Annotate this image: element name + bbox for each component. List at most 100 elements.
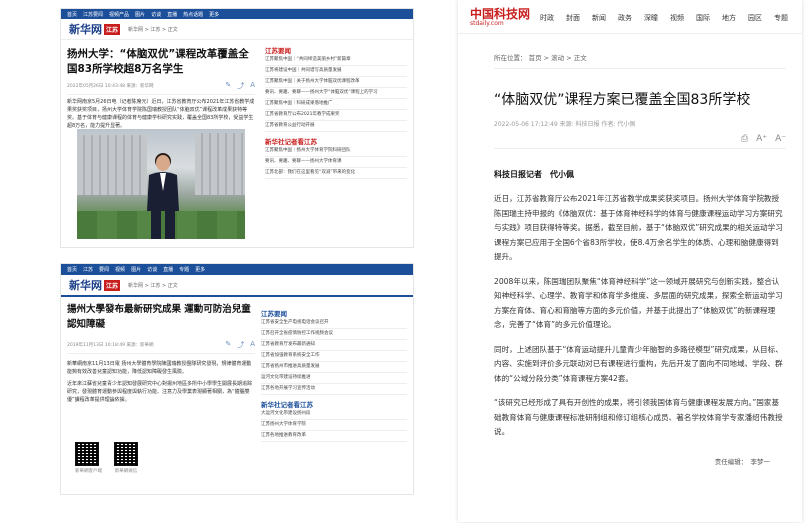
sidebar-link[interactable]: 江苏省教育厅发布最新通知	[261, 340, 407, 351]
main-nav: 时政 封面 新闻 政务 深瞳 视频 国际 地方 园区 专题	[540, 13, 788, 23]
top-nav-bar: 首页 江苏要闻 视频产品 图片 访谈 直播 热点话题 更多	[61, 9, 413, 19]
nav-item[interactable]: 园区	[748, 13, 762, 23]
sidebar-link[interactable]: 江苏省加强教育系统安全工作	[261, 351, 407, 362]
sidebar-link[interactable]: 要讯、要趣、要聊——扬州大学体育课	[265, 157, 407, 168]
nav-item[interactable]: 江苏	[83, 266, 93, 273]
xinhua-article-bottom: 首页 江苏 要闻 视频 图片 访谈 直播 专题 更多 新华网 江苏 新华网 > …	[60, 263, 414, 495]
nav-item[interactable]: 访谈	[151, 11, 161, 18]
sidebar-link[interactable]: 江苏各地开展学习宣传活动	[261, 384, 407, 395]
nav-item[interactable]: 深瞳	[644, 13, 658, 23]
xinhua-article-top: 首页 江苏要闻 视频产品 图片 访谈 直播 热点话题 更多 新华网 江苏 新华网…	[60, 8, 414, 248]
article-paragraph: 新華網南京11月13日電 扬州大學體育學院陳國瑞教授團隊研究發現，規律體育運動能…	[67, 361, 252, 375]
font-decrease-icon[interactable]: A⁻	[775, 134, 786, 144]
sidebar-link[interactable]: 江苏聚焦中国｜关于扬州大学体脑双优课程改革	[265, 77, 407, 88]
sidebar-link[interactable]: 江苏聚焦中国｜科研成果落地推广	[265, 99, 407, 110]
region-tag: 江苏	[104, 279, 121, 291]
sidebar-link[interactable]: 江苏各地推进教育改革	[261, 431, 407, 442]
nav-item[interactable]: 更多	[209, 11, 219, 18]
person-figure	[147, 153, 179, 239]
share-tools: ✎ ⤴ A	[225, 81, 255, 91]
nav-item[interactable]: 首页	[67, 266, 77, 273]
sidebar-link[interactable]: 江苏召开全省疫情防控工作视频会议	[261, 329, 407, 340]
breadcrumb[interactable]: 所在位置： 首页 > 滚动 > 正文	[494, 52, 786, 69]
qr-codes: 新華網客戶端 新華網微信	[75, 442, 138, 474]
sidebar-link[interactable]: 江苏聚焦中国｜“共同缔造美丽乡村”新篇章	[265, 55, 407, 66]
nav-item[interactable]: 更多	[195, 266, 205, 273]
comment-icon[interactable]: ✎	[225, 340, 231, 350]
sidebar-heading: 新华社记者看江苏	[265, 138, 317, 146]
sidebar-link[interactable]: 江苏扬州大学体育学院	[261, 420, 407, 431]
nav-item[interactable]: 图片	[131, 266, 141, 273]
nav-item[interactable]: 图片	[135, 11, 145, 18]
font-size-icon[interactable]: A	[250, 340, 255, 350]
share-icon[interactable]: ⤴	[237, 340, 244, 350]
sidebar-link[interactable]: 江苏将建设中国｜共同谱写高质量发展	[265, 66, 407, 77]
article-meta: 2019年11月13日 10:18:49 來源：新華網	[67, 343, 154, 348]
nav-item[interactable]: 视频	[115, 266, 125, 273]
article-title: 揚州大學發布最新研究成果 運動可防治兒童認知障礙	[67, 304, 251, 330]
nav-item[interactable]: 江苏要闻	[83, 11, 103, 18]
nav-item[interactable]: 时政	[540, 13, 554, 23]
article-meta: 2022年05月26日 10:43:48 来源：新华网	[67, 84, 154, 89]
sidebar-link[interactable]: 大运河文化带建设扬州段	[261, 409, 407, 420]
share-icon[interactable]: ⤴	[237, 81, 244, 91]
sidebar-link[interactable]: 运河文化带建设持续推进	[261, 373, 407, 384]
nav-item[interactable]: 直播	[163, 266, 173, 273]
xinhua-logo[interactable]: 新华网 江苏	[69, 277, 121, 293]
font-size-icon[interactable]: A	[250, 81, 255, 91]
nav-item[interactable]: 地方	[722, 13, 736, 23]
nav-item[interactable]: 视频	[670, 13, 684, 23]
nav-item[interactable]: 封面	[566, 13, 580, 23]
article-paragraph: 2008年以来，陈国瑞团队聚焦“体育神经科学”这一领域开展研究与创新实践，整合认…	[494, 276, 783, 330]
qr-code-image	[75, 442, 99, 466]
sidebar-heading: 江苏要闻	[261, 310, 287, 318]
sidebar-link[interactable]: 江苏省教育公益行动开展	[265, 121, 407, 132]
nav-item[interactable]: 国际	[696, 13, 710, 23]
sidebar-link[interactable]: 江苏聚焦中国｜扬州大学体育学院科研团队	[265, 146, 407, 157]
share-tools: ⎙ A⁺ A⁻	[494, 134, 786, 149]
article-title: 扬州大学：“体脑双优”课程改革覆盖全国83所学校超8万名学生	[67, 48, 249, 75]
nav-item[interactable]: 访谈	[147, 266, 157, 273]
nav-item[interactable]: 首页	[67, 11, 77, 18]
article-paragraph: 近日，江苏省教育厅公布2021年江苏省教学成果奖获奖项目。扬州大学体育学院教授陈…	[494, 194, 783, 261]
xinhua-logo[interactable]: 新华网 江苏	[69, 21, 121, 37]
sidebar-heading: 江苏要闻	[265, 47, 291, 55]
article-paragraph: 新华网南京5月26日电（记者陈席元）近日，江苏省教育厅公布2021年江苏省教学成…	[67, 99, 255, 129]
author-line: 科技日报记者 代小佩	[494, 170, 574, 179]
article-paragraph: 同时，上述团队基于“体育运动提升儿童青少年脑智的多路径模型”研究成果，从目标、内…	[494, 344, 783, 383]
sidebar-link[interactable]: 要讯、要趣、要聊——扬州大学“体脑双优”课程上的学习	[265, 88, 407, 99]
print-icon[interactable]: ⎙	[741, 134, 748, 144]
nav-item[interactable]: 要闻	[99, 266, 109, 273]
font-increase-icon[interactable]: A⁺	[756, 134, 767, 144]
nav-item[interactable]: 专题	[179, 266, 189, 273]
comment-icon[interactable]: ✎	[225, 81, 231, 91]
region-tag: 江苏	[104, 23, 121, 35]
stdaily-logo[interactable]: 中国科技网 stdaily.com	[470, 8, 530, 27]
qr-code-image	[114, 442, 138, 466]
top-nav-bar: 首页 江苏 要闻 视频 图片 访谈 直播 专题 更多	[61, 264, 413, 275]
nav-item[interactable]: 新闻	[592, 13, 606, 23]
qr-label: 新華網客戶端	[75, 469, 102, 474]
responsible-editor: 责任编辑： 李梦一	[714, 457, 770, 466]
article-paragraph: 近年來江蘇省兒童青少年認知發展研究中心對揚州地區多所中小學學生開展長期追踪研究，…	[67, 381, 253, 403]
article-paragraph: “该研究已经形成了具有开创性的成果，将引领我国体育与健康课程发展方向。”国家基础…	[494, 398, 783, 436]
nav-item[interactable]: 热点话题	[183, 11, 203, 18]
nav-item[interactable]: 专题	[774, 13, 788, 23]
sidebar-heading: 新华社记者看江苏	[261, 401, 313, 409]
breadcrumb[interactable]: 新华网 > 江苏 > 正文	[128, 26, 178, 33]
sidebar-link[interactable]: 江苏省扬州市推进高质量发展	[261, 362, 407, 373]
article-meta: 2022-05-06 17:12:49 来源: 科技日报 作者: 代小佩	[494, 121, 636, 128]
qr-label: 新華網微信	[114, 469, 138, 474]
stdaily-article: 中国科技网 stdaily.com 时政 封面 新闻 政务 深瞳 视频 国际 地…	[458, 0, 802, 522]
article-title: “体脑双优”课程方案已覆盖全国83所学校	[494, 92, 751, 108]
stdaily-logo-sub: stdaily.com	[470, 20, 504, 27]
share-tools: ✎ ⤴ A	[225, 340, 255, 350]
sidebar-link[interactable]: 江苏省教育厅公布2021年教学成果奖	[265, 110, 407, 121]
sidebar-link[interactable]: 江苏北部：我们在这里看见“双减”带来的变化	[265, 168, 407, 179]
sidebar-link[interactable]: 江苏省安全生产电视电话会议召开	[261, 318, 407, 329]
breadcrumb[interactable]: 新华网 > 江苏 > 正文	[128, 282, 178, 289]
nav-item[interactable]: 直播	[167, 11, 177, 18]
nav-item[interactable]: 政务	[618, 13, 632, 23]
article-photo	[77, 129, 245, 239]
nav-item[interactable]: 视频产品	[109, 11, 129, 18]
